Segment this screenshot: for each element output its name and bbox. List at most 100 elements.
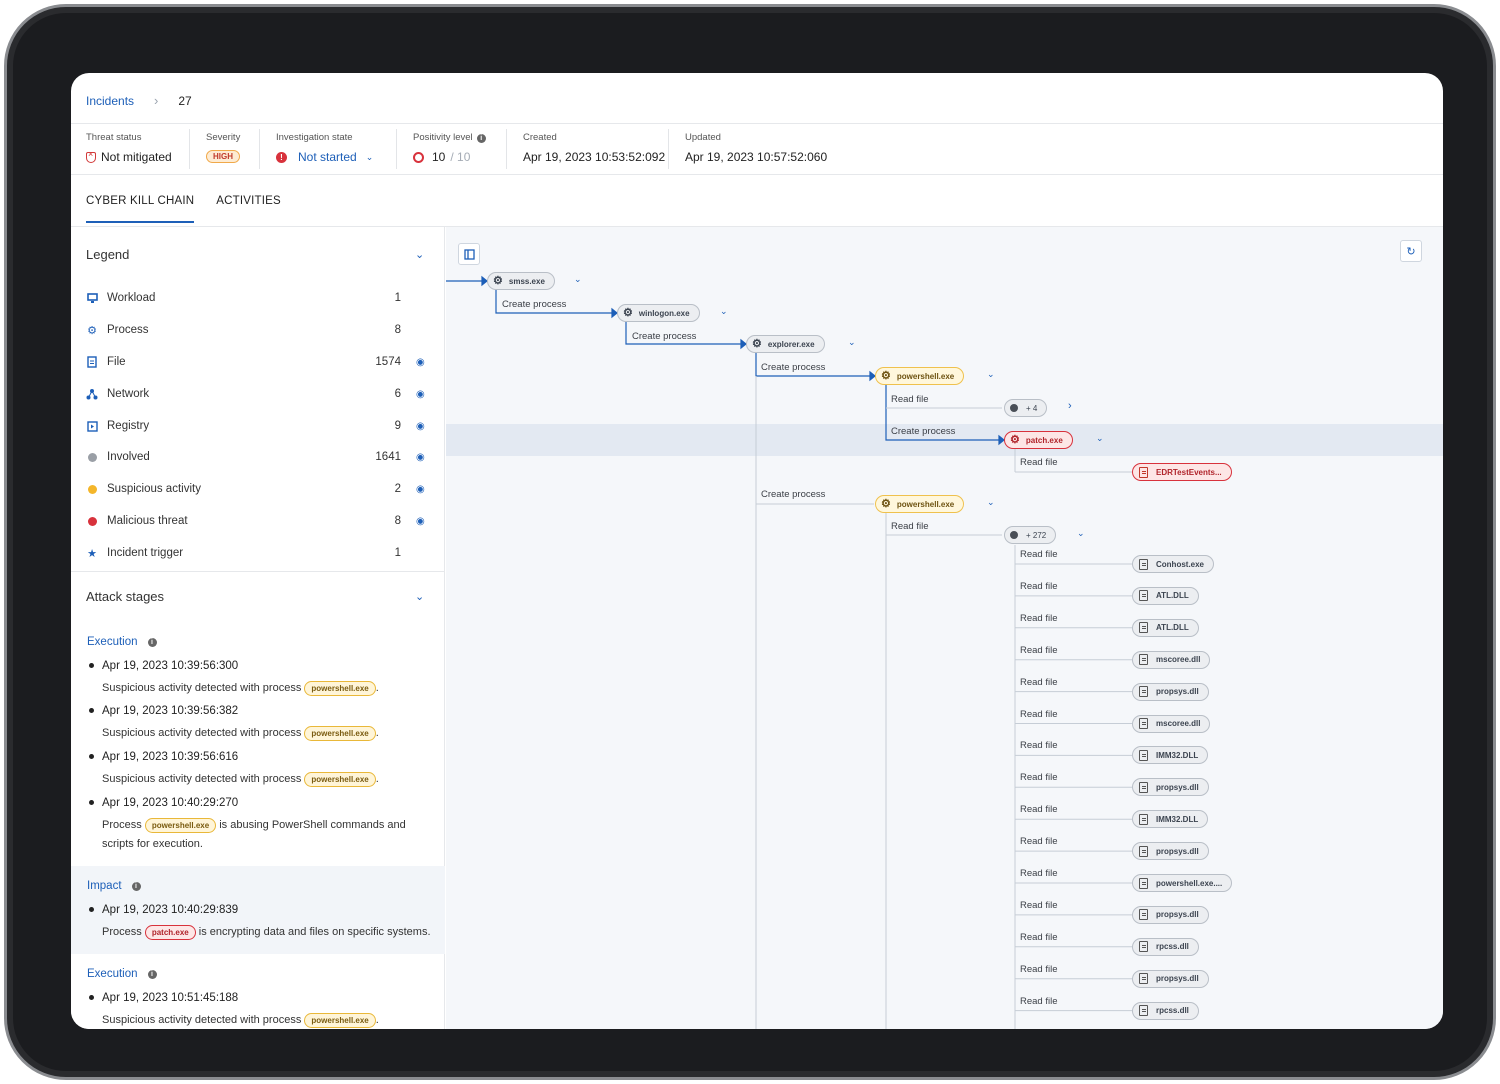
file-node[interactable]: propsys.dll xyxy=(1132,778,1209,797)
legend-count: 1 xyxy=(394,547,401,559)
eye-icon[interactable]: ◉ xyxy=(416,452,425,463)
tab-bar: CYBER KILL CHAIN ACTIVITIES xyxy=(86,195,281,223)
file-node[interactable]: IMM32.DLL xyxy=(1132,746,1209,765)
eye-icon[interactable]: ◉ xyxy=(416,421,425,432)
stage-event: Apr 19, 2023 10:51:45:188 Suspicious acti… xyxy=(89,992,434,1029)
edge-label: Read file xyxy=(1020,868,1058,879)
event-time: Apr 19, 2023 10:39:56:382 xyxy=(89,705,434,717)
edge-label: Read file xyxy=(1020,580,1058,592)
legend-label: Suspicious activity xyxy=(107,483,201,495)
eye-icon[interactable]: ◉ xyxy=(416,516,425,527)
file-node[interactable]: Conhost.exe xyxy=(1132,555,1215,573)
legend-item-registry: Registry 9 ◉ xyxy=(86,417,431,435)
file-node[interactable]: rpcss.dll xyxy=(1132,1001,1199,1020)
alert-icon: ! xyxy=(276,151,287,163)
edge-label: Create process xyxy=(502,299,567,310)
chevron-down-icon[interactable]: ⌄ xyxy=(720,306,728,317)
stage-event: Apr 19, 2023 10:39:56:300 Suspicious acti… xyxy=(89,660,434,698)
file-node[interactable]: propsys.dll xyxy=(1132,905,1209,924)
breadcrumb-incidents-link[interactable]: Incidents xyxy=(86,94,134,108)
stage-name: Execution xyxy=(87,968,138,980)
file-node[interactable]: mscoree.dll xyxy=(1132,650,1211,669)
tab-cyber-kill-chain[interactable]: CYBER KILL CHAIN xyxy=(86,195,195,223)
process-pill[interactable]: powershell.exe xyxy=(304,1013,376,1028)
event-text-end: . xyxy=(375,727,379,739)
collapsed-group-node[interactable]: + 4 xyxy=(1004,399,1048,417)
stage-event: Apr 19, 2023 10:39:56:616 Suspicious acti… xyxy=(89,751,434,789)
file-icon xyxy=(86,356,98,368)
stage-event: Apr 19, 2023 10:40:29:839 Process patch.e… xyxy=(89,904,434,942)
file-node-trigger[interactable]: EDRTestEvents... xyxy=(1132,463,1232,481)
chevron-down-icon[interactable]: ⌄ xyxy=(1077,528,1085,539)
node-label: propsys.dll xyxy=(1156,687,1199,697)
process-node-winlogon[interactable]: ⚙ winlogon.exe xyxy=(617,304,700,322)
process-pill[interactable]: patch.exe xyxy=(144,925,196,940)
legend-label: File xyxy=(107,356,126,368)
file-node[interactable]: mscoree.dll xyxy=(1132,714,1211,733)
file-node[interactable]: IMM32.DLL xyxy=(1132,810,1209,829)
process-node-patch[interactable]: ⚙ patch.exe xyxy=(1004,431,1073,449)
node-label: Conhost.exe xyxy=(1156,559,1205,569)
investigation-state-dropdown[interactable]: ! Not started ⌄ xyxy=(276,150,373,164)
edge-label: Read file xyxy=(1020,772,1058,784)
eye-icon[interactable]: ◉ xyxy=(416,389,425,400)
chevron-down-icon[interactable]: ⌄ xyxy=(1096,433,1104,444)
tab-activities[interactable]: ACTIVITIES xyxy=(216,195,281,223)
legend-count: 8 xyxy=(394,324,401,336)
file-node[interactable]: propsys.dll xyxy=(1132,969,1209,988)
node-label: + 4 xyxy=(1026,403,1038,413)
process-node-smss[interactable]: ⚙ smss.exe xyxy=(487,272,555,290)
file-node[interactable]: propsys.dll xyxy=(1132,682,1209,701)
chevron-right-icon[interactable]: › xyxy=(1068,400,1072,412)
legend-item-process: ⚙ Process 8 xyxy=(86,321,431,339)
stage-execution-2[interactable]: Execution i xyxy=(87,968,157,980)
eye-icon[interactable]: ◉ xyxy=(416,484,425,495)
process-node-powershell-2[interactable]: ⚙ powershell.exe xyxy=(875,495,965,513)
header-divider xyxy=(71,123,1443,124)
stage-execution[interactable]: Execution i xyxy=(87,636,157,648)
event-text-end: . xyxy=(375,682,379,694)
legend-collapse-chevron-icon[interactable]: ⌄ xyxy=(415,248,424,261)
positivity-label: Positivity level xyxy=(413,132,473,143)
stage-impact[interactable]: Impact i xyxy=(87,880,141,892)
legend-item-involved: Involved 1641 ◉ xyxy=(86,448,431,466)
process-node-powershell[interactable]: ⚙ powershell.exe xyxy=(875,367,965,385)
chevron-down-icon[interactable]: ⌄ xyxy=(848,337,856,348)
node-label: rpcss.dll xyxy=(1156,942,1189,952)
kill-chain-graph[interactable]: ↻ ⚙ smss.exe ⌄ Create process ⚙ winlogon… xyxy=(446,227,1443,1029)
edge-label: Read file xyxy=(891,521,929,532)
file-node[interactable]: ATL.DLL xyxy=(1132,618,1199,637)
chevron-down-icon[interactable]: ⌄ xyxy=(574,274,582,285)
info-icon[interactable]: i xyxy=(131,881,141,891)
attack-stages-collapse-chevron-icon[interactable]: ⌄ xyxy=(415,590,424,603)
threat-status-value: Not mitigated xyxy=(101,150,172,164)
chevron-down-icon[interactable]: ⌄ xyxy=(987,369,995,380)
collapsed-group-node[interactable]: + 272 xyxy=(1004,526,1057,544)
node-label: powershell.exe xyxy=(896,371,955,381)
process-pill[interactable]: powershell.exe xyxy=(304,772,376,787)
file-node[interactable]: rpcss.dll xyxy=(1132,937,1199,956)
severity-badge: HIGH xyxy=(206,150,240,163)
info-icon[interactable]: i xyxy=(147,637,157,647)
file-node[interactable]: ATL.DLL xyxy=(1132,586,1199,605)
process-node-explorer[interactable]: ⚙ explorer.exe xyxy=(746,335,825,353)
legend-item-incident-trigger: ★ Incident trigger 1 xyxy=(86,544,431,562)
process-pill[interactable]: powershell.exe xyxy=(304,726,376,741)
stage-event: Apr 19, 2023 10:39:56:382 Suspicious acti… xyxy=(89,705,434,743)
chevron-down-icon[interactable]: ⌄ xyxy=(987,497,995,508)
file-node[interactable]: powershell.exe.... xyxy=(1132,874,1233,892)
process-pill[interactable]: powershell.exe xyxy=(144,818,217,833)
file-icon xyxy=(1139,749,1148,761)
info-icon[interactable]: i xyxy=(147,969,157,979)
gray-dot-icon xyxy=(87,452,97,462)
process-pill[interactable]: powershell.exe xyxy=(304,681,376,696)
info-icon[interactable]: i xyxy=(476,134,486,143)
legend-count: 8 xyxy=(394,515,401,527)
eye-icon[interactable]: ◉ xyxy=(416,357,425,368)
stage-name: Impact xyxy=(87,880,122,892)
breadcrumb: Incidents › 27 xyxy=(86,93,192,108)
file-node[interactable]: propsys.dll xyxy=(1132,842,1209,861)
event-time: Apr 19, 2023 10:39:56:616 xyxy=(89,751,434,763)
chevron-down-icon: ⌄ xyxy=(365,151,374,162)
file-icon xyxy=(1139,466,1148,478)
